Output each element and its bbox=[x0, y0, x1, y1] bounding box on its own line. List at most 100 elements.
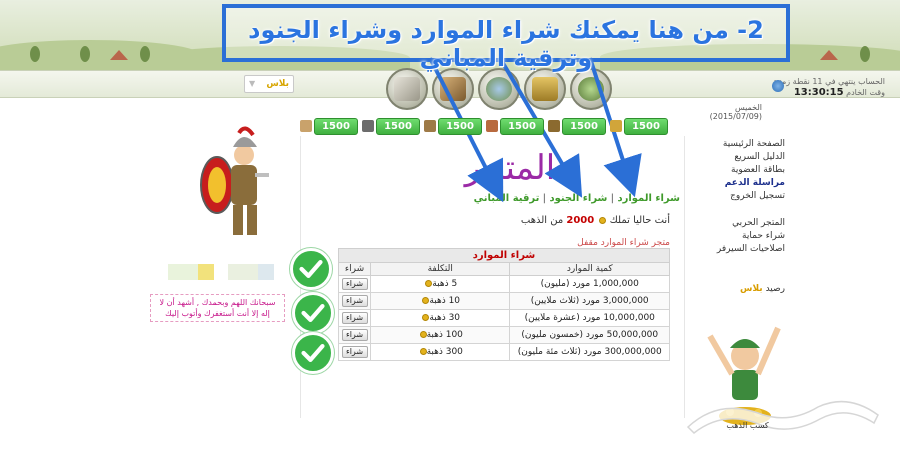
dua-box: سبحانك اللهم وبحمدك , أشهد أن لا إله إلا… bbox=[150, 294, 285, 322]
resources-table: شراء الموارد كمية الموارد التكلفة شراء 1… bbox=[338, 248, 670, 361]
gold-suffix: من الذهب bbox=[520, 215, 564, 226]
balance-label: رصيد bbox=[765, 284, 785, 294]
buy-cell: شراء bbox=[338, 326, 371, 344]
resources-nav-button[interactable] bbox=[386, 68, 428, 110]
cost-text: 300 ذهبة bbox=[426, 347, 463, 357]
resource-amount: 1500 bbox=[314, 118, 358, 135]
buy-button[interactable]: شراء bbox=[341, 329, 368, 341]
resource-amount: 1500 bbox=[562, 118, 606, 135]
cost-text: 30 ذهبة bbox=[429, 313, 461, 323]
gold-balance-line: أنت حاليا تملك 2000 من الذهب bbox=[470, 215, 670, 226]
chevron-down-icon: ▼ bbox=[249, 79, 256, 88]
dua-line: إله إلا أنت أستغفرك وأتوب إليك bbox=[165, 309, 270, 318]
resource-amount: 1500 bbox=[376, 118, 420, 135]
table-row: 3,000,000 مورد (ثلاث ملايين) 10 ذهبة شراء bbox=[338, 292, 670, 310]
link-buy-resources[interactable]: شراء الموارد bbox=[617, 193, 680, 204]
gold-coin-icon bbox=[599, 216, 607, 224]
watermark-logo bbox=[686, 400, 879, 435]
page: { "annotation": { "text": "2- من هنا يمك… bbox=[0, 0, 900, 450]
sidebar-item-support[interactable]: مراسلة الدعم bbox=[700, 177, 785, 190]
globe-icon bbox=[578, 77, 604, 101]
resource-icon bbox=[362, 120, 374, 132]
market-nav-button[interactable] bbox=[432, 68, 474, 110]
resource-icon bbox=[548, 120, 560, 132]
gold-coin-icon bbox=[419, 331, 427, 338]
dua-line: سبحانك اللهم وبحمدك , أشهد أن لا bbox=[159, 298, 276, 307]
table-row: 300,000,000 مورد (ثلاث مئة مليون) 300 ذهب… bbox=[338, 343, 670, 361]
quantity-cell: 3,000,000 مورد (ثلاث ملايين) bbox=[509, 292, 670, 310]
server-time-label: وقت الخادم bbox=[846, 88, 885, 97]
table-row: 1,000,000 مورد (مليون) 5 ذهبة شراء bbox=[338, 275, 670, 293]
sidebar-menu: الصفحة الرئيسية الدليل السريع بطاقة العض… bbox=[700, 138, 785, 256]
closed-notice: متجر شراء الموارد مقفل bbox=[577, 238, 670, 248]
separator: | bbox=[607, 193, 614, 204]
table-caption: شراء الموارد bbox=[338, 248, 670, 263]
house-roof bbox=[110, 50, 128, 60]
sidebar-item-membership[interactable]: بطاقة العضوية bbox=[700, 164, 785, 177]
soldier-illustration bbox=[200, 126, 269, 235]
sidebar-item-buy-protection[interactable]: شراء حماية bbox=[700, 230, 785, 243]
color-block bbox=[198, 264, 214, 280]
resource-amount: 1500 bbox=[624, 118, 668, 135]
page-title: المتجر bbox=[464, 148, 556, 188]
annotation-text: 2- من هنا يمكنك شراء الموارد وشراء الجنو… bbox=[248, 16, 764, 72]
link-upgrade-buildings[interactable]: ترقية المباني bbox=[474, 193, 540, 204]
cost-text: 100 ذهبة bbox=[426, 330, 463, 340]
resource-icon bbox=[424, 120, 436, 132]
quantity-cell: 10,000,000 مورد (عشرة ملايين) bbox=[509, 309, 670, 327]
sidebar-item-war-store[interactable]: المتجر الحربي bbox=[700, 217, 785, 230]
username-select[interactable]: ▼ بلاس bbox=[244, 75, 294, 93]
buy-button[interactable]: شراء bbox=[341, 312, 368, 324]
cost-text: 10 ذهبة bbox=[429, 296, 461, 306]
cost-cell: 100 ذهبة bbox=[369, 326, 511, 344]
resource-icon bbox=[300, 120, 312, 132]
resource-amount: 1500 bbox=[500, 118, 544, 135]
tree bbox=[30, 46, 40, 62]
separator: | bbox=[539, 193, 546, 204]
server-info: الحساب ينتهي في 11 نقطة زمنية وقت الخادم… bbox=[690, 76, 885, 98]
table-row: 50,000,000 مورد (خمسون مليون) 100 ذهبة شرا… bbox=[338, 326, 670, 344]
color-block bbox=[258, 264, 274, 280]
tree bbox=[860, 46, 870, 62]
quantity-cell: 50,000,000 مورد (خمسون مليون) bbox=[509, 326, 670, 344]
map-icon bbox=[486, 77, 512, 101]
map-nav-button[interactable] bbox=[478, 68, 520, 110]
earn-gold-caption: كسب الذهب bbox=[726, 421, 769, 430]
city-nav-button[interactable] bbox=[524, 68, 566, 110]
color-block bbox=[168, 264, 198, 280]
quantity-cell: 300,000,000 مورد (ثلاث مئة مليون) bbox=[509, 343, 670, 361]
world-nav-button[interactable] bbox=[570, 68, 612, 110]
cost-text: 5 ذهبة bbox=[432, 279, 458, 289]
annotation-banner: 2- من هنا يمكنك شراء الموارد وشراء الجنو… bbox=[222, 4, 790, 72]
server-time: 13:30:15 bbox=[793, 87, 844, 98]
col-quantity: كمية الموارد bbox=[509, 262, 670, 276]
buy-cell: شراء bbox=[338, 309, 371, 327]
sidebar-item-home[interactable]: الصفحة الرئيسية bbox=[700, 138, 785, 151]
store-links: شراء الموارد | شراء الجنود | ترقية المبا… bbox=[470, 193, 680, 204]
checkmark-icon bbox=[292, 292, 334, 334]
buy-button[interactable]: شراء bbox=[341, 346, 368, 358]
link-buy-troops[interactable]: شراء الجنود bbox=[549, 193, 607, 204]
gold-prefix: أنت حاليا تملك bbox=[609, 215, 670, 226]
sidebar-item-quick-guide[interactable]: الدليل السريع bbox=[700, 151, 785, 164]
buy-cell: شراء bbox=[338, 292, 371, 310]
sidebar-item-server-settings[interactable]: اصلاحيات السيرفر bbox=[700, 243, 785, 256]
sidebar-item-logout[interactable]: تسجيل الخروج bbox=[700, 190, 785, 203]
col-cost: التكلفة bbox=[369, 262, 511, 276]
resource-icon bbox=[610, 120, 622, 132]
cost-cell: 10 ذهبة bbox=[369, 292, 511, 310]
buy-button[interactable]: شراء bbox=[341, 278, 368, 290]
buy-button[interactable]: شراء bbox=[341, 295, 368, 307]
scroll-icon bbox=[394, 77, 420, 101]
tree bbox=[140, 46, 150, 62]
crate-icon bbox=[440, 77, 466, 101]
quantity-cell: 1,000,000 مورد (مليون) bbox=[509, 275, 670, 293]
date-text: الخميس (2015/07/09) bbox=[709, 103, 762, 121]
buy-cell: شراء bbox=[338, 275, 371, 293]
cost-cell: 5 ذهبة bbox=[369, 275, 511, 293]
checkmark-icon bbox=[290, 248, 332, 290]
color-block bbox=[228, 264, 258, 280]
gold-coin-icon bbox=[419, 348, 427, 355]
cost-cell: 30 ذهبة bbox=[369, 309, 511, 327]
